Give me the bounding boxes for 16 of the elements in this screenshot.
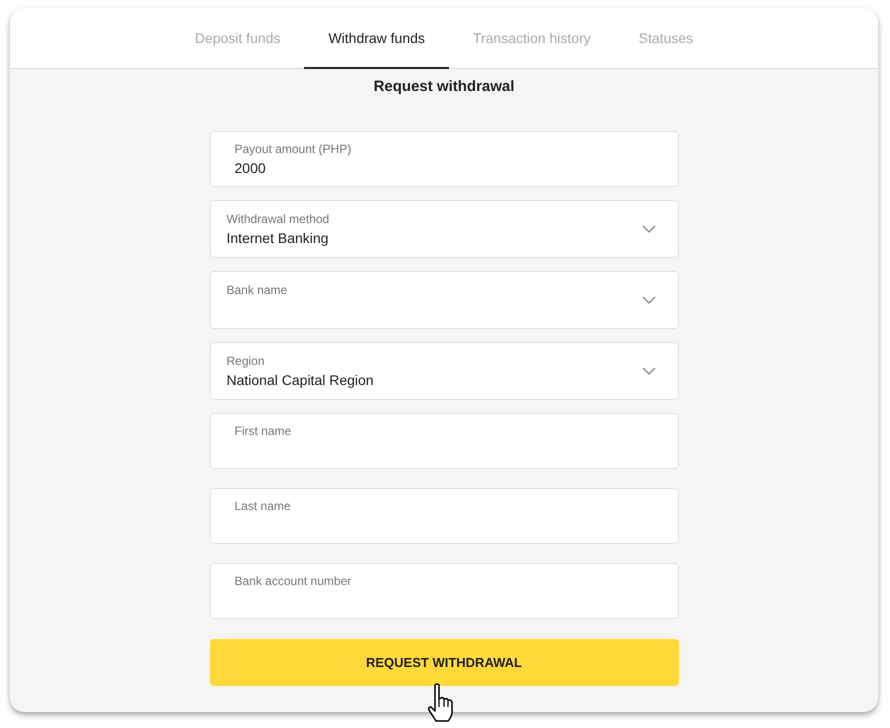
form-title: Request withdrawal: [372, 78, 516, 95]
dropdown-field[interactable]: Region National Capital Region: [210, 342, 678, 400]
input-field[interactable]: Last name: [210, 488, 678, 544]
tab[interactable]: Statuses: [614, 8, 718, 68]
chevron-down-icon: [642, 367, 656, 375]
chevron-down-icon: [642, 225, 656, 233]
input-field[interactable]: Bank account number: [210, 563, 678, 619]
chevron-down-icon: [642, 296, 656, 304]
input-field[interactable]: Payout amount (PHP) 2000: [210, 131, 678, 187]
dropdown-field[interactable]: Bank name: [210, 271, 678, 329]
tab[interactable]: Withdraw funds: [304, 8, 449, 68]
tab[interactable]: Transaction history: [448, 8, 615, 68]
dropdown-field[interactable]: Withdrawal method Internet Banking: [210, 200, 678, 258]
input-field[interactable]: First name: [210, 413, 678, 469]
tab[interactable]: Deposit funds: [170, 8, 304, 68]
submit-button[interactable]: REQUEST WITHDRAWAL: [210, 639, 678, 686]
